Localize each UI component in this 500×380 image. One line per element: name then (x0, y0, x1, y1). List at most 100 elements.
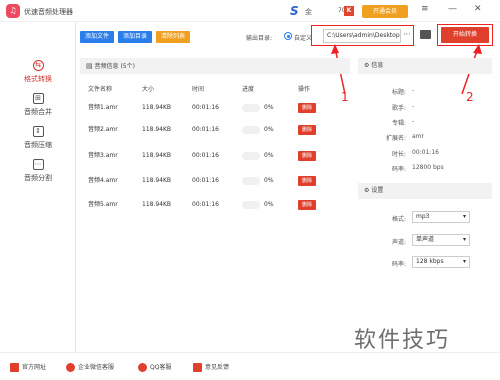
progress-text: 0% (264, 177, 274, 184)
file-name: 音频5.amr (88, 201, 118, 208)
open-vip-button[interactable]: 开通会员 (362, 5, 408, 18)
settings-gear-icon: ⚙ (364, 187, 370, 194)
table-row[interactable]: 音频2.amr 118.94KB 00:01:16 0% 删除 (86, 119, 346, 141)
file-size: 118.94KB (142, 177, 172, 184)
sidebar-item-audio-merge[interactable]: ⊞ 音频合并 (0, 93, 76, 117)
file-time: 00:01:16 (192, 152, 219, 159)
app-logo-icon: ♫ (6, 4, 20, 18)
table-header: 文件名称 大小 时间 进度 操作 (86, 84, 346, 94)
info-label-album: 专辑: (391, 120, 406, 127)
app-title: 优速音频处理器 (24, 8, 73, 16)
chevron-down-icon: ▾ (462, 258, 466, 265)
table-row[interactable]: 音频1.amr 118.94KB 00:01:16 0% 删除 (86, 97, 346, 119)
bitrate-select[interactable]: 128 kbps ▾ (412, 256, 470, 268)
feedback-link[interactable]: 意见反馈 (193, 362, 229, 372)
wechat-service-link[interactable]: 企业微信客服 (66, 362, 114, 372)
qq-service-link[interactable]: QQ客服 (138, 362, 171, 372)
bitrate-value: 128 kbps (416, 258, 444, 265)
chevron-down-icon: ▾ (462, 236, 466, 243)
gear-icon: ⚙ (364, 62, 370, 69)
delete-button[interactable]: 删除 (298, 176, 316, 186)
sidebar-item-audio-split[interactable]: ⋯ 音频分割 (0, 159, 76, 183)
delete-button[interactable]: 删除 (298, 103, 316, 113)
progress-text: 0% (264, 104, 274, 111)
file-name: 音频1.amr (88, 104, 118, 111)
sidebar-item-label: 音频压缩 (24, 141, 52, 149)
table-row[interactable]: 音频5.amr 118.94KB 00:01:16 0% 删除 (86, 194, 346, 216)
delete-button[interactable]: 删除 (298, 125, 316, 135)
table-row[interactable]: 音频4.amr 118.94KB 00:01:16 0% 删除 (86, 170, 346, 192)
annotation-box-2 (437, 24, 493, 46)
progress-bar (242, 201, 260, 209)
output-dir-label: 输出目录: (246, 35, 273, 42)
col-name: 文件名称 (88, 86, 113, 93)
progress-text: 0% (264, 152, 274, 159)
info-value-album: - (412, 118, 415, 125)
minimize-icon[interactable]: — (448, 4, 457, 14)
file-size: 118.94KB (142, 126, 172, 133)
audio-list-icon: ▤ (86, 62, 93, 70)
file-time: 00:01:16 (192, 104, 219, 111)
user-name[interactable]: 金 (305, 7, 312, 17)
add-directory-button[interactable]: 添加目录 (118, 31, 152, 43)
channel-select[interactable]: 单声道 ▾ (412, 234, 470, 246)
qq-icon (138, 363, 147, 372)
col-size: 大小 (142, 86, 155, 93)
table-row[interactable]: 音频3.amr 118.94KB 00:01:16 0% 删除 (86, 145, 346, 167)
clear-list-button[interactable]: 清除列表 (156, 31, 190, 43)
col-action: 操作 (298, 86, 311, 93)
progress-text: 0% (264, 126, 274, 133)
file-size: 118.94KB (142, 104, 172, 111)
settings-title: 设置 (371, 187, 384, 194)
info-label-extension: 扩展名: (385, 135, 406, 142)
info-label-duration: 时长: (391, 151, 406, 158)
custom-radio[interactable] (284, 32, 292, 40)
file-list-header: ▤ 音频信息 (5个) (80, 58, 350, 74)
wechat-icon (66, 363, 75, 372)
sidebar-item-label: 音频分割 (24, 174, 52, 182)
footer-label: 官方网址 (22, 364, 47, 371)
file-time: 00:01:16 (192, 201, 219, 208)
info-value-bitrate: 12800 bps (412, 164, 444, 171)
sidebar-item-audio-compress[interactable]: ⇕ 音频压缩 (0, 126, 76, 150)
progress-text: 0% (264, 201, 274, 208)
settings-label-bitrate: 码率: (391, 261, 406, 268)
col-time: 时间 (192, 86, 205, 93)
file-list-title: 音频信息 (5个) (94, 63, 135, 70)
feedback-icon (193, 363, 202, 372)
info-label-artist: 歌手: (391, 105, 406, 112)
progress-bar (242, 177, 260, 185)
split-icon: ⋯ (32, 159, 44, 170)
format-select[interactable]: mp3 ▾ (412, 211, 470, 223)
file-time: 00:01:16 (192, 126, 219, 133)
vip-k-icon: K (344, 6, 354, 16)
watermark-text: 软件技巧 (354, 328, 451, 353)
file-size: 118.94KB (142, 152, 172, 159)
progress-bar (242, 104, 260, 112)
col-progress: 进度 (242, 86, 255, 93)
compress-icon: ⇕ (32, 126, 44, 137)
merge-icon: ⊞ (32, 93, 44, 104)
menu-icon[interactable]: ≡ (421, 4, 429, 14)
folder-icon[interactable] (420, 30, 431, 39)
close-icon[interactable]: ✕ (474, 4, 482, 14)
info-value-title: - (412, 87, 415, 94)
sidebar-item-format-convert[interactable]: ⇆ 格式转换 (0, 60, 76, 84)
file-size: 118.94KB (142, 201, 172, 208)
footer-label: QQ客服 (150, 364, 172, 371)
settings-label-format: 格式: (391, 216, 406, 223)
progress-bar (242, 126, 260, 134)
home-icon (10, 363, 19, 372)
add-file-button[interactable]: 添加文件 (80, 31, 114, 43)
delete-button[interactable]: 删除 (298, 151, 316, 161)
info-value-artist: - (412, 103, 415, 110)
settings-label-channel: 声道: (391, 239, 406, 246)
info-value-duration: 00:01:16 (412, 149, 439, 156)
format-value: mp3 (416, 213, 430, 220)
official-site-link[interactable]: 官方网址 (10, 362, 46, 372)
info-label-bitrate: 码率: (391, 166, 406, 173)
sidebar-item-label: 格式转换 (24, 75, 52, 83)
file-name: 音频2.amr (88, 126, 118, 133)
delete-button[interactable]: 删除 (298, 200, 316, 210)
footer: 官方网址 企业微信客服 QQ客服 意见反馈 (0, 352, 500, 380)
